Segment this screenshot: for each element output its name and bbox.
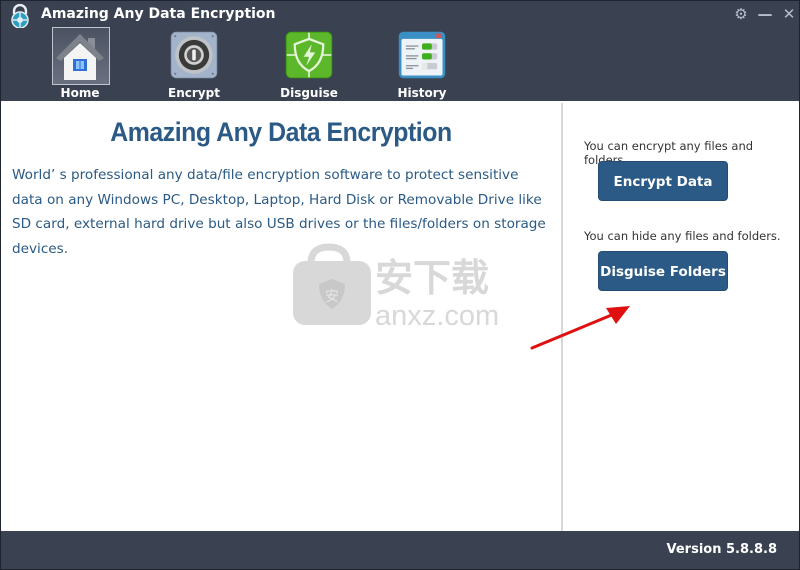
nav-tab-disguise[interactable]: Disguise — [269, 27, 349, 101]
intro-pane: Amazing Any Data Encryption World’ s pro… — [1, 101, 561, 531]
nav-label: Encrypt — [168, 86, 220, 100]
shield-lightning-icon — [285, 31, 333, 79]
app-logo-lock-icon — [11, 4, 29, 28]
app-window: Amazing Any Data Encryption ⚙ — ✕ Home E… — [0, 0, 800, 570]
watermark-domain: anxz.com — [375, 300, 499, 331]
watermark-logo: 安 安下载 anxz.com — [293, 243, 499, 331]
header-bar: Amazing Any Data Encryption ⚙ — ✕ Home E… — [1, 1, 799, 101]
disguise-folders-button[interactable]: Disguise Folders — [598, 251, 728, 291]
nav-label: Home — [60, 86, 100, 100]
nav-tab-home[interactable]: Home — [40, 27, 120, 101]
encrypt-data-button[interactable]: Encrypt Data — [598, 161, 728, 201]
nav-tab-encrypt[interactable]: Encrypt — [154, 27, 234, 101]
version-label: Version 5.8.8.8 — [666, 542, 777, 557]
watermark-badge-char: 安 — [325, 289, 339, 305]
nav-tab-history[interactable]: History — [382, 27, 462, 101]
nav-label: Disguise — [280, 86, 338, 100]
disguise-hint: You can hide any files and folders. — [584, 229, 781, 243]
history-list-icon — [398, 31, 446, 79]
gear-icon[interactable]: ⚙ — [732, 5, 750, 23]
minimize-icon[interactable]: — — [756, 5, 774, 23]
watermark-chinese: 安下载 — [375, 256, 489, 300]
safe-lock-icon — [170, 31, 218, 79]
window-title: Amazing Any Data Encryption — [41, 6, 276, 22]
main-content: Amazing Any Data Encryption World’ s pro… — [1, 101, 799, 531]
red-arrow-annotation — [530, 306, 630, 350]
footer-bar: Version 5.8.8.8 — [1, 531, 799, 569]
nav-label: History — [397, 86, 447, 100]
product-heading: Amazing Any Data Encryption — [110, 117, 452, 147]
home-icon — [56, 34, 104, 80]
close-icon[interactable]: ✕ — [780, 5, 798, 23]
